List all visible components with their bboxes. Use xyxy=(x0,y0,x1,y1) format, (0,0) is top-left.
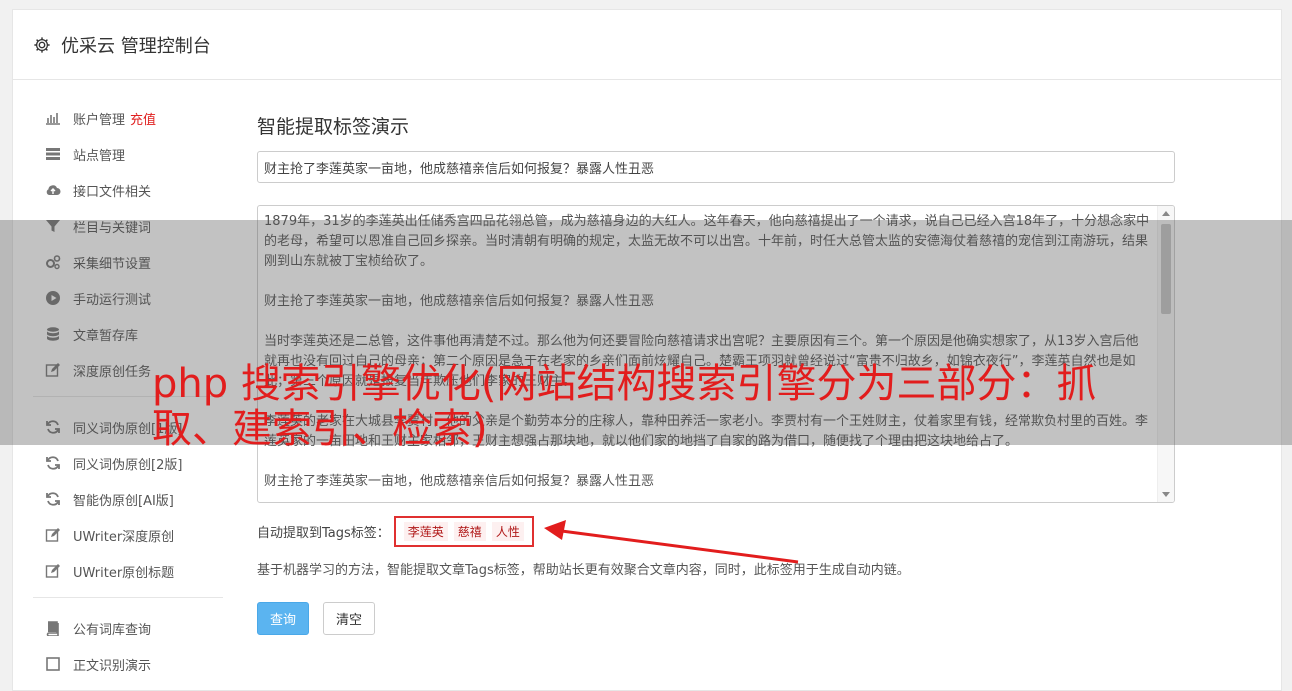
sidebar-item-sites[interactable]: 站点管理 xyxy=(33,136,223,172)
sidebar-item-label: UWriter原创标题 xyxy=(73,565,175,581)
page-title: 优采云 管理控制台 xyxy=(61,35,211,57)
sidebar-item-label: UWriter深度原创 xyxy=(73,529,175,545)
section-title: 智能提取标签演示 xyxy=(257,116,410,138)
tag: 人性 xyxy=(491,521,524,541)
sidebar-item-label: 正文识别演示 xyxy=(73,658,152,674)
sidebar-item-text-recognition[interactable]: 正文识别演示 xyxy=(33,646,223,682)
sidebar-item-label: 接口文件相关 xyxy=(73,184,152,200)
tag: 李莲英 xyxy=(403,521,448,541)
cloud-upload-icon xyxy=(45,182,61,198)
clear-button[interactable]: 清空 xyxy=(323,602,376,635)
square-icon xyxy=(45,656,61,672)
gear-icon xyxy=(33,36,51,54)
sidebar-item-label: 公有词库查询 xyxy=(73,622,152,638)
tags-label: 自动提取到Tags标签： xyxy=(257,525,390,541)
server-icon xyxy=(45,146,61,162)
scroll-up-arrow-icon[interactable] xyxy=(1162,211,1170,216)
button-row: 查询 清空 xyxy=(257,602,1177,635)
refresh-icon xyxy=(45,491,61,507)
overlay-headline: php 搜索引擎优化(网站结构搜索引擎分为三部分：抓取、建索引、检索) xyxy=(152,361,1097,452)
panel-header: 优采云 管理控制台 xyxy=(13,10,1281,80)
sidebar-item-account[interactable]: 账户管理 充值 xyxy=(33,100,223,136)
sidebar-item-interface[interactable]: 接口文件相关 xyxy=(33,172,223,208)
red-arrow-annotation xyxy=(544,520,799,564)
refresh-icon xyxy=(45,455,61,471)
sidebar-item-label: 站点管理 xyxy=(73,148,126,164)
scroll-down-arrow-icon[interactable] xyxy=(1162,492,1170,497)
bar-chart-icon xyxy=(45,110,61,126)
book-icon xyxy=(45,620,61,636)
article-title-input[interactable]: 财主抢了李莲英家一亩地，他成慈禧亲信后如何报复？暴露人性丑恶 xyxy=(257,151,1175,183)
sidebar-item-label: 账户管理 xyxy=(73,112,126,128)
recharge-link[interactable]: 充值 xyxy=(130,109,156,128)
article-paragraph: 财主抢了李莲英家一亩地，他成慈禧亲信后如何报复？暴露人性丑恶 xyxy=(264,474,655,489)
sidebar-item-uwriter-title[interactable]: UWriter原创标题 xyxy=(33,553,223,589)
sidebar-item-label: 智能伪原创[AI版] xyxy=(73,493,174,509)
sidebar-divider xyxy=(33,597,223,598)
sidebar-item-ai-rewrite[interactable]: 智能伪原创[AI版] xyxy=(33,481,223,517)
tag: 慈禧 xyxy=(453,521,486,541)
tags-box: 李莲英 慈禧 人性 xyxy=(393,515,534,547)
sidebar-item-public-dict[interactable]: 公有词库查询 xyxy=(33,610,223,646)
edit-icon xyxy=(45,527,61,543)
query-button[interactable]: 查询 xyxy=(257,602,310,635)
edit-icon xyxy=(45,563,61,579)
sidebar-item-uwriter-deep[interactable]: UWriter深度原创 xyxy=(33,517,223,553)
sidebar-item-label: 同义词伪原创[2版] xyxy=(73,457,183,473)
